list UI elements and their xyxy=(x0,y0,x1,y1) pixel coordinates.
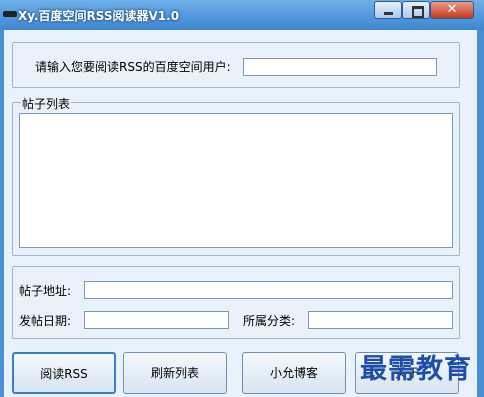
post-listbox[interactable] xyxy=(19,113,453,248)
blog-button[interactable]: 小允博客 xyxy=(242,352,346,394)
post-list-legend: 帖子列表 xyxy=(21,95,72,112)
post-date-label: 发帖日期: xyxy=(19,314,72,328)
client-area: 请输入您要阅读RSS的百度空间用户: 帖子列表 帖子地址: 发帖日期: 所属分类… xyxy=(4,30,477,397)
maximize-icon xyxy=(412,6,424,18)
post-address-field[interactable] xyxy=(84,281,453,299)
close-button[interactable]: ✕ xyxy=(430,1,474,19)
app-window: Xy.百度空间RSS阅读器V1.0 ✕ 请输入您要阅读RSS的百度空间用户: 帖… xyxy=(0,0,484,397)
user-input[interactable] xyxy=(243,58,437,76)
app-icon xyxy=(3,11,17,17)
post-details-group: 帖子地址: 发帖日期: 所属分类: xyxy=(12,266,460,339)
minimize-button[interactable] xyxy=(374,1,402,19)
close-icon: ✕ xyxy=(446,2,458,17)
watermark-logo: 最需教育 xyxy=(360,354,472,385)
post-date-field[interactable] xyxy=(84,311,229,329)
minimize-icon xyxy=(384,12,393,15)
title-bar[interactable]: Xy.百度空间RSS阅读器V1.0 ✕ xyxy=(0,0,484,30)
window-title: Xy.百度空间RSS阅读器V1.0 xyxy=(18,9,180,23)
post-list-group: 帖子列表 xyxy=(12,95,460,256)
user-input-group: 请输入您要阅读RSS的百度空间用户: xyxy=(12,42,460,88)
user-prompt-label: 请输入您要阅读RSS的百度空间用户: xyxy=(35,60,231,74)
post-category-field[interactable] xyxy=(308,311,453,329)
post-address-label: 帖子地址: xyxy=(19,284,72,298)
refresh-list-button[interactable]: 刷新列表 xyxy=(123,352,227,394)
maximize-button[interactable] xyxy=(402,1,430,19)
read-rss-button[interactable]: 阅读RSS xyxy=(12,352,116,394)
post-category-label: 所属分类: xyxy=(243,314,296,328)
